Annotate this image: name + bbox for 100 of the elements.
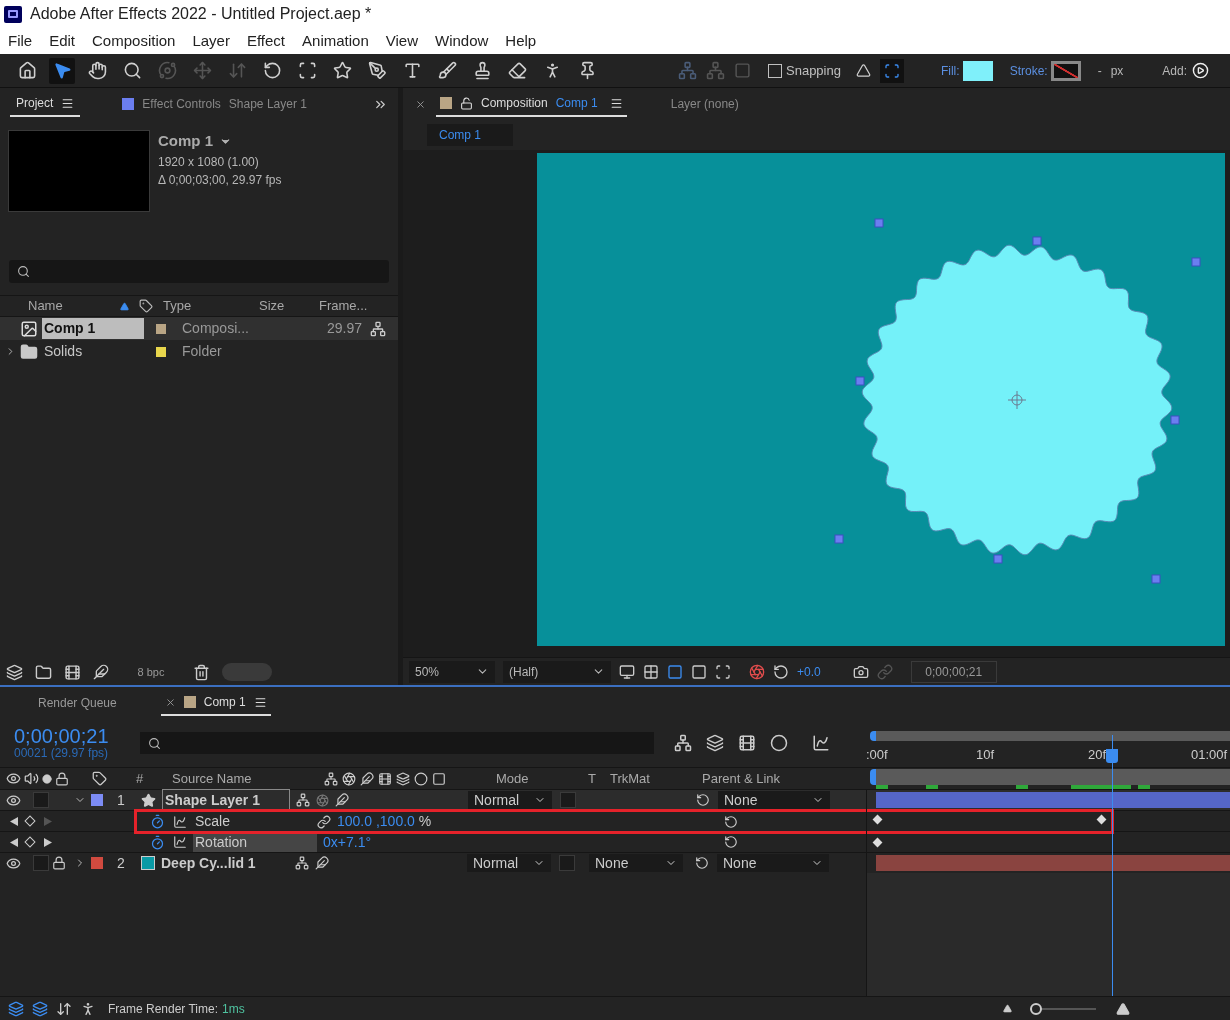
project-row[interactable]: Solids Folder: [0, 340, 398, 363]
timecode-field[interactable]: 0;00;00;21: [910, 660, 997, 683]
search-icon[interactable]: [148, 736, 161, 750]
solo-icon[interactable]: [42, 773, 52, 784]
lock-icon[interactable]: [55, 771, 69, 786]
figure-icon[interactable]: [80, 1000, 96, 1017]
next-keyframe-icon[interactable]: [44, 837, 52, 847]
current-timecode[interactable]: 0;00;00;21: [14, 726, 140, 748]
feather-icon[interactable]: [93, 664, 109, 680]
switch-box[interactable]: [33, 855, 49, 871]
column-header[interactable]: Name: [0, 296, 120, 316]
trash-icon[interactable]: [193, 663, 210, 681]
composition-canvas[interactable]: [537, 153, 1225, 646]
label-swatch[interactable]: [91, 794, 103, 806]
menu-item[interactable]: Window: [435, 29, 489, 53]
menu-item[interactable]: View: [385, 29, 418, 53]
switch-box[interactable]: [559, 855, 575, 871]
graph-editor-icon[interactable]: [812, 734, 830, 752]
audio-icon[interactable]: [24, 771, 39, 786]
column-header[interactable]: Type: [163, 296, 259, 316]
panel-tab[interactable]: Comp 1: [160, 690, 271, 716]
viewer-tab[interactable]: Comp 1: [427, 124, 513, 146]
search-field[interactable]: [140, 732, 654, 754]
menu-item[interactable]: Effect: [246, 29, 286, 53]
layer-row[interactable]: 2 Deep Cy...lid 1 Normal None None: [0, 852, 1230, 873]
stroke-width-value[interactable]: -: [1097, 61, 1102, 80]
label-tag-icon[interactable]: [92, 771, 107, 786]
switch-box[interactable]: [560, 792, 576, 808]
folder-icon[interactable]: [35, 663, 52, 681]
column-header[interactable]: #: [136, 768, 170, 789]
menu-item[interactable]: Help: [505, 29, 537, 53]
snapping-checkbox[interactable]: Snapping: [768, 60, 841, 81]
panel-tab[interactable]: Project: [10, 91, 81, 117]
menu-icon[interactable]: [609, 96, 623, 110]
graph-icon[interactable]: [173, 835, 187, 849]
layers-icon[interactable]: [8, 1000, 24, 1017]
menu-item[interactable]: Layer: [192, 29, 230, 53]
prev-keyframe-icon[interactable]: [10, 837, 18, 847]
column-header[interactable]: T: [588, 768, 610, 789]
keyframe-icon[interactable]: [872, 814, 883, 825]
search-field[interactable]: [9, 260, 389, 283]
property-value[interactable]: 0x+7.1°: [323, 831, 372, 853]
mode-dropdown[interactable]: Normal: [467, 854, 551, 872]
column-header[interactable]: Frame...: [319, 296, 368, 316]
fill-swatch[interactable]: [962, 60, 993, 81]
exposure-value[interactable]: +0.0: [797, 662, 821, 681]
label-swatch[interactable]: [91, 857, 103, 869]
property-value[interactable]: 100.0 ,100.0: [337, 811, 415, 832]
menu-item[interactable]: Animation: [302, 29, 369, 53]
close-icon[interactable]: [415, 98, 426, 110]
menu-item[interactable]: Edit: [49, 29, 76, 53]
eye-icon[interactable]: [6, 771, 21, 786]
column-header[interactable]: TrkMat: [610, 768, 702, 789]
add-play-icon[interactable]: [1192, 62, 1209, 79]
label-swatch[interactable]: [156, 346, 166, 357]
parent-dropdown[interactable]: None: [718, 791, 830, 809]
menu-icon[interactable]: [253, 695, 267, 709]
label-swatch[interactable]: [156, 323, 166, 334]
property-name[interactable]: Scale: [193, 811, 317, 832]
flowchart-icon[interactable]: [370, 320, 386, 337]
zoom-dropdown[interactable]: 50%: [409, 660, 495, 683]
close-icon[interactable]: [164, 696, 176, 708]
search-icon[interactable]: [17, 265, 30, 278]
parent-dropdown[interactable]: None: [717, 854, 829, 872]
keyframe-icon[interactable]: [872, 837, 883, 848]
zoom-slider[interactable]: [1029, 1002, 1096, 1015]
layer-name[interactable]: Deep Cy...lid 1: [161, 852, 289, 874]
trkmat-dropdown[interactable]: None: [589, 854, 683, 872]
camera-icon[interactable]: [852, 663, 869, 680]
checkerboard-icon[interactable]: [643, 663, 659, 680]
bit-depth-button[interactable]: 8 bpc: [121, 663, 181, 681]
label-tag-icon[interactable]: [139, 299, 153, 313]
keyframe-icon[interactable]: [1096, 814, 1107, 825]
flowchart-icon[interactable]: [674, 734, 692, 752]
project-row[interactable]: Comp 1 Composi... 29.97: [0, 317, 398, 340]
panel-tab[interactable]: Effect Controls Shape Layer 1: [116, 91, 313, 117]
column-header[interactable]: Size: [259, 296, 319, 316]
pointer-icon[interactable]: [49, 57, 75, 84]
menu-item[interactable]: Composition: [92, 29, 176, 53]
mode-dropdown[interactable]: Normal: [468, 791, 552, 809]
zoom-out-icon[interactable]: [1002, 1004, 1012, 1013]
stroke-label[interactable]: Stroke:: [1009, 61, 1048, 80]
constrain-link-icon[interactable]: [317, 814, 331, 829]
unlock-icon[interactable]: [460, 96, 473, 110]
eye-icon[interactable]: [6, 855, 21, 871]
stopwatch-icon[interactable]: [150, 814, 165, 829]
panel-tab[interactable]: Composition Comp 1: [436, 91, 627, 117]
layers-icon[interactable]: [32, 1000, 48, 1017]
prev-keyframe-icon[interactable]: [10, 816, 18, 826]
eye-icon[interactable]: [6, 792, 21, 808]
lock-icon[interactable]: [52, 856, 66, 870]
layer-name[interactable]: Shape Layer 1: [162, 788, 290, 812]
layer-row[interactable]: 1 Shape Layer 1 Normal None: [0, 789, 1230, 810]
stopwatch-icon[interactable]: [150, 834, 165, 850]
stroke-swatch[interactable]: [1050, 60, 1081, 81]
panel-tab[interactable]: Layer (none): [666, 91, 743, 117]
switch-box[interactable]: [33, 792, 49, 808]
resolution-dropdown[interactable]: (Half): [503, 660, 611, 683]
composition-icon[interactable]: [64, 663, 81, 681]
menu-item[interactable]: File: [8, 29, 33, 53]
